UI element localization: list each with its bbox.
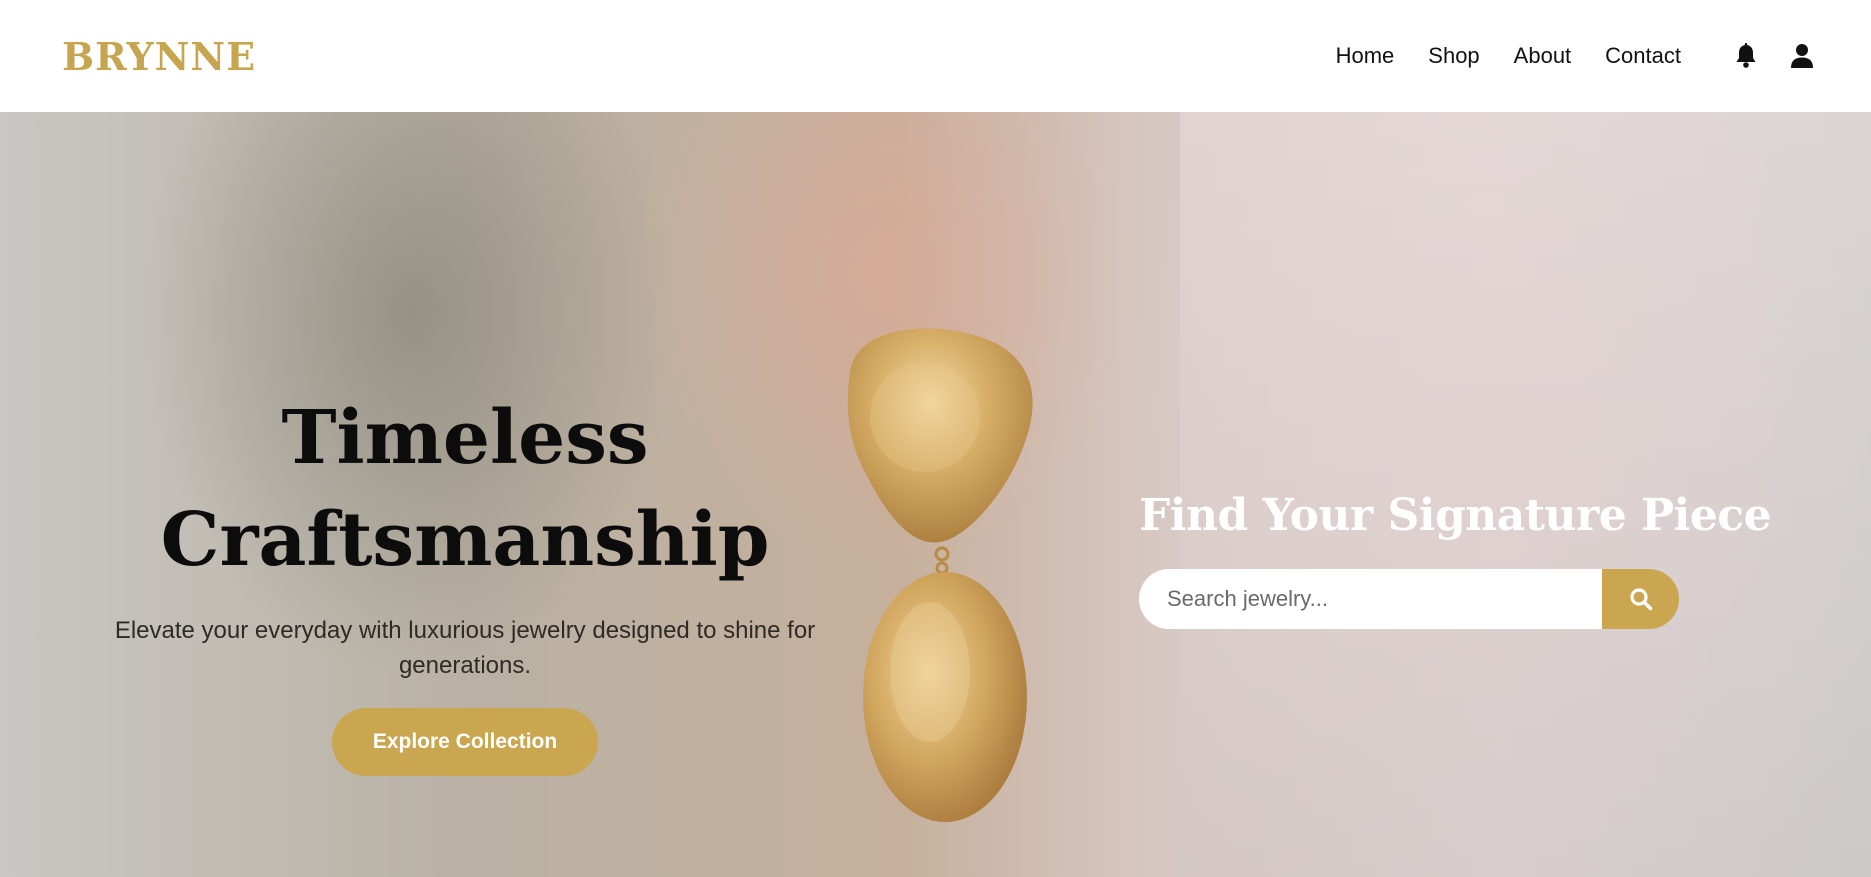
hero-content: Timeless Craftsmanship Elevate your ever… [60, 387, 870, 776]
search-bar [1139, 569, 1679, 629]
explore-collection-button[interactable]: Explore Collection [332, 708, 598, 776]
hero-title-line1: Timeless [281, 395, 649, 481]
header-actions [1732, 0, 1816, 112]
site-header: BRYNNE Home Shop About Contact [0, 0, 1871, 112]
search-heading: Find Your Signature Piece [1139, 490, 1772, 541]
hero-section: Timeless Craftsmanship Elevate your ever… [0, 112, 1871, 877]
search-icon [1629, 588, 1652, 611]
search-button[interactable] [1602, 569, 1679, 629]
user-icon[interactable] [1788, 42, 1816, 70]
brand-logo[interactable]: BRYNNE [62, 34, 256, 79]
search-input[interactable] [1139, 569, 1602, 629]
hero-subtitle: Elevate your everyday with luxurious jew… [114, 617, 816, 679]
hero-title: Timeless Craftsmanship [60, 387, 870, 591]
nav-link-home[interactable]: Home [1336, 43, 1395, 69]
bell-icon[interactable] [1732, 42, 1760, 70]
nav-link-about[interactable]: About [1514, 43, 1572, 69]
nav-link-contact[interactable]: Contact [1605, 43, 1681, 69]
search-panel: Find Your Signature Piece [1139, 490, 1772, 629]
nav-link-shop[interactable]: Shop [1428, 43, 1479, 69]
hero-title-line2: Craftsmanship [160, 497, 770, 583]
main-nav: Home Shop About Contact [1336, 0, 1681, 112]
